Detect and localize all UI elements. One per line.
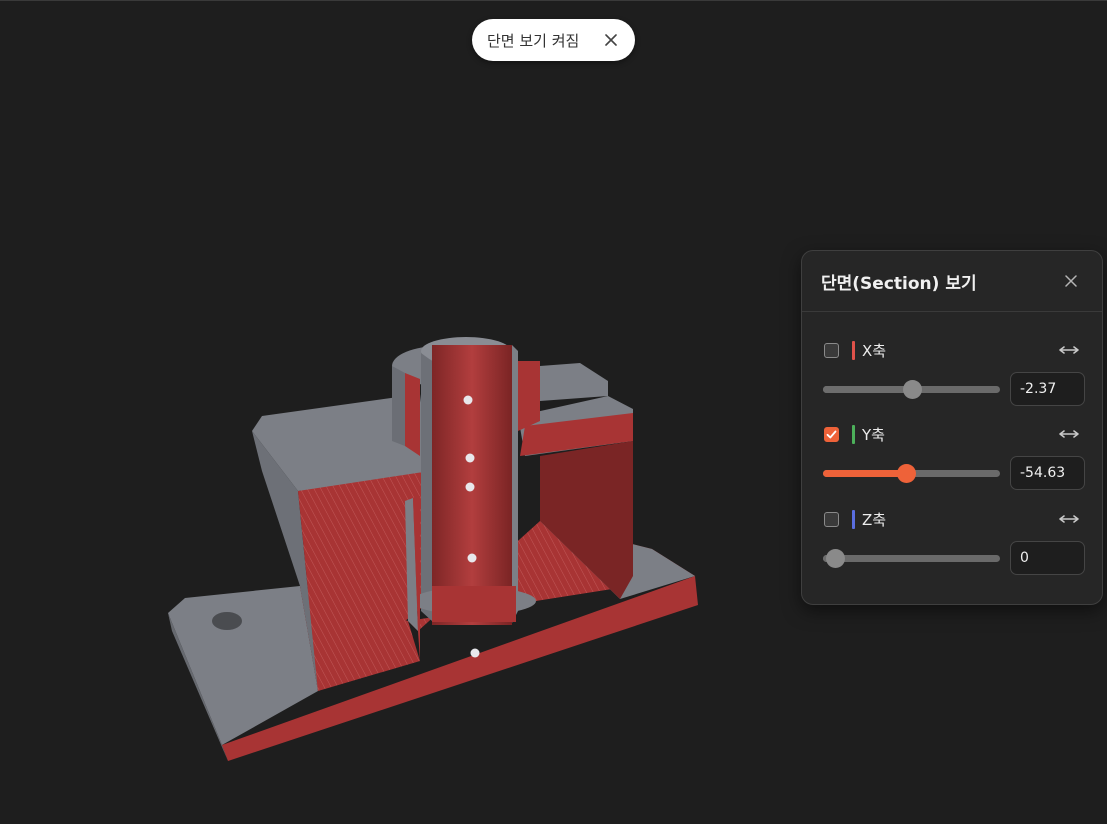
section-panel: 단면(Section) 보기 X축 Y축 bbox=[801, 250, 1103, 605]
x-axis-color-bar bbox=[852, 340, 855, 360]
x-axis-slider-row bbox=[823, 372, 1085, 406]
panel-title: 단면(Section) 보기 bbox=[821, 273, 977, 294]
checkmark-icon bbox=[826, 430, 837, 438]
close-icon[interactable] bbox=[599, 28, 623, 52]
axis-row-y: Y축 bbox=[824, 424, 1080, 444]
flip-direction-icon[interactable] bbox=[1058, 512, 1080, 526]
z-axis-label: Z축 bbox=[862, 510, 887, 529]
y-axis-label: Y축 bbox=[862, 425, 885, 444]
y-axis-value-input[interactable] bbox=[1010, 456, 1085, 490]
y-axis-slider[interactable] bbox=[823, 464, 1000, 483]
section-toast: 단면 보기 켜짐 bbox=[472, 19, 635, 61]
z-axis-value-input[interactable] bbox=[1010, 541, 1085, 575]
z-axis-checkbox[interactable] bbox=[824, 511, 839, 527]
x-axis-slider[interactable] bbox=[823, 380, 1000, 399]
x-axis-label: X축 bbox=[862, 341, 887, 360]
z-axis-slider-row bbox=[823, 541, 1085, 575]
x-axis-checkbox[interactable] bbox=[824, 342, 839, 358]
axis-row-x: X축 bbox=[824, 340, 1080, 360]
z-axis-slider-thumb[interactable] bbox=[826, 549, 846, 568]
y-axis-slider-thumb[interactable] bbox=[897, 464, 917, 483]
y-axis-color-bar bbox=[852, 424, 855, 444]
z-axis-color-bar bbox=[852, 509, 855, 529]
x-axis-value-input[interactable] bbox=[1010, 372, 1085, 406]
axis-row-z: Z축 bbox=[824, 509, 1080, 529]
x-axis-slider-thumb[interactable] bbox=[902, 380, 922, 399]
toast-message: 단면 보기 켜짐 bbox=[487, 31, 580, 50]
flip-direction-icon[interactable] bbox=[1058, 427, 1080, 441]
y-axis-checkbox[interactable] bbox=[824, 426, 839, 442]
panel-header: 단면(Section) 보기 bbox=[802, 251, 1102, 312]
z-axis-slider[interactable] bbox=[823, 549, 1000, 568]
close-icon[interactable] bbox=[1062, 272, 1080, 290]
y-axis-slider-row bbox=[823, 456, 1085, 490]
y-axis-slider-fill bbox=[823, 470, 907, 477]
flip-direction-icon[interactable] bbox=[1058, 343, 1080, 357]
x-axis-slider-fill bbox=[823, 386, 912, 393]
